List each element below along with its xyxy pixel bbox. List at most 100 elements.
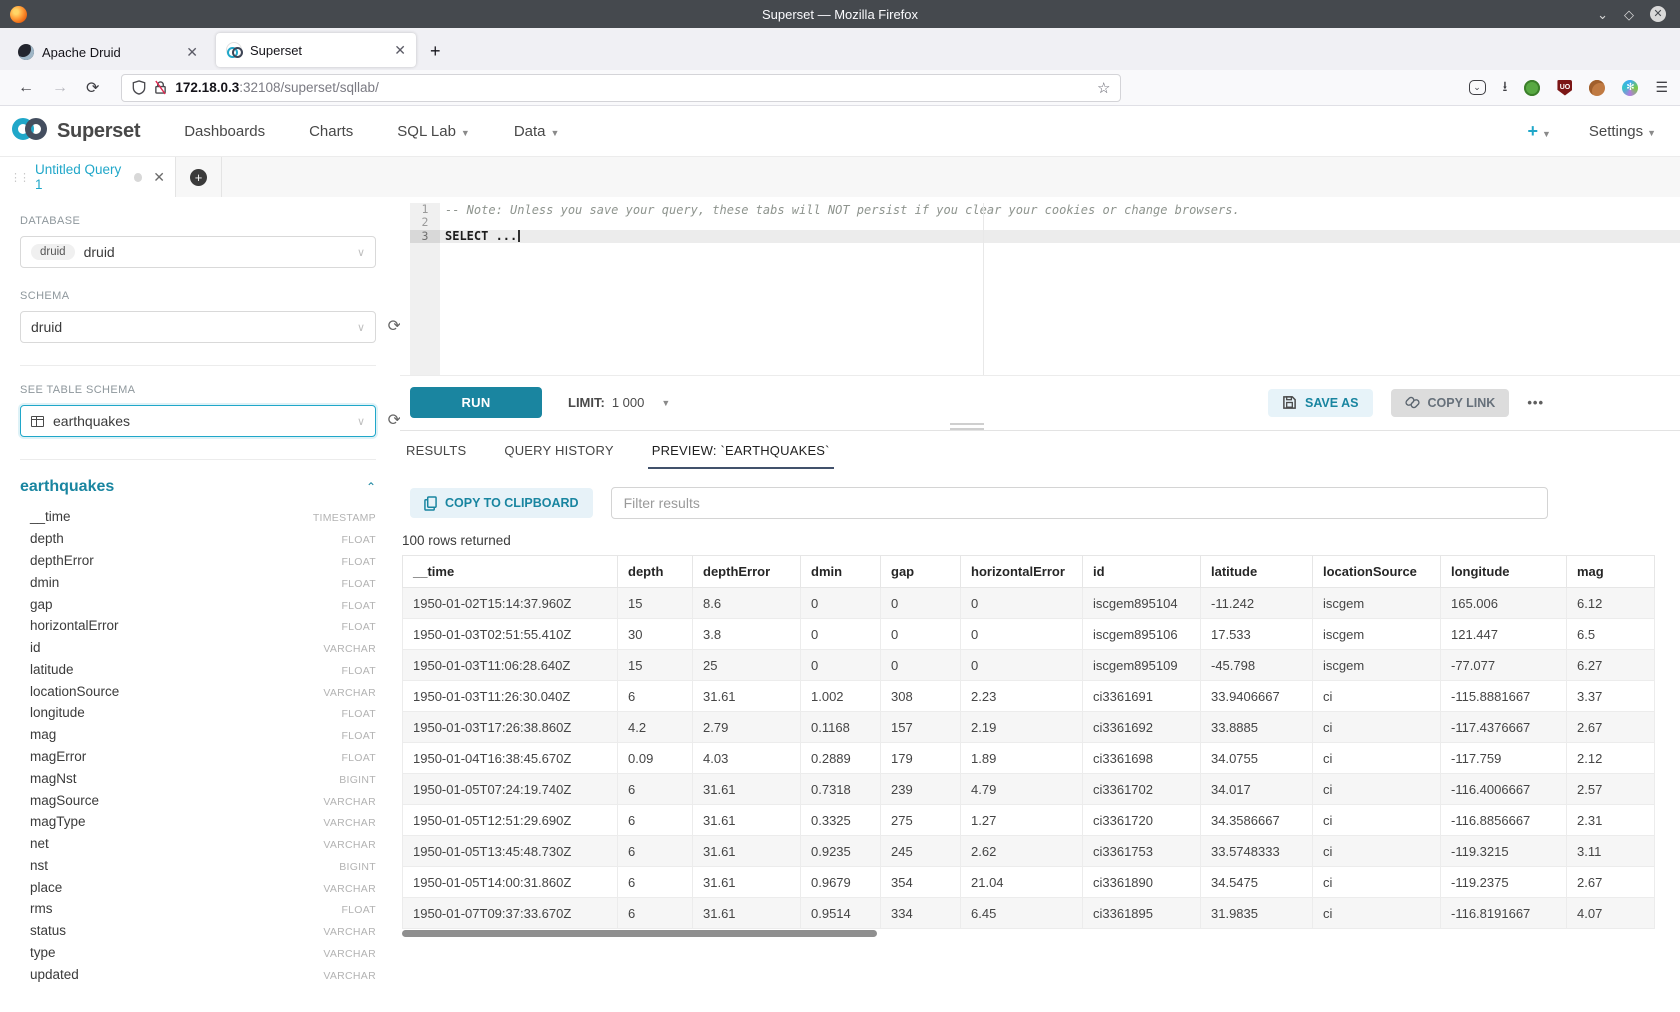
nav-item-sqllab[interactable]: SQL Lab▼ <box>397 123 470 140</box>
results-header-cell[interactable]: __time <box>403 556 618 588</box>
table-row[interactable]: 1950-01-03T02:51:55.410Z303.8000iscgem89… <box>403 619 1655 650</box>
results-header-cell[interactable]: horizontalError <box>961 556 1083 588</box>
table-select[interactable]: earthquakes ∨ ⟳ <box>20 405 376 437</box>
tab-results[interactable]: RESULTS <box>402 437 470 469</box>
results-cell: ci <box>1313 898 1441 929</box>
results-cell: 4.2 <box>618 712 693 743</box>
shield-icon[interactable] <box>132 80 146 95</box>
results-cell: 239 <box>881 774 961 805</box>
results-header-cell[interactable]: id <box>1083 556 1201 588</box>
column-type: VARCHAR <box>323 687 376 699</box>
schema-column-row: rmsFLOAT <box>20 898 376 920</box>
add-new-button[interactable]: +▼ <box>1527 121 1550 142</box>
drag-grip-icon[interactable]: ⋮⋮ <box>10 171 28 184</box>
results-body: 1950-01-02T15:14:37.960Z158.6000iscgem89… <box>403 588 1655 929</box>
horizontal-scrollbar[interactable] <box>402 930 877 937</box>
database-select[interactable]: druid druid ∨ <box>20 236 376 268</box>
results-header-row: __timedepthdepthErrordmingaphorizontalEr… <box>403 556 1655 588</box>
results-header-cell[interactable]: mag <box>1567 556 1655 588</box>
forward-icon[interactable]: → <box>52 79 68 97</box>
refresh-schema-icon[interactable]: ⟳ <box>388 319 401 335</box>
browser-tab-druid[interactable]: Apache Druid ✕ <box>8 34 208 70</box>
results-header-cell[interactable]: depthError <box>693 556 801 588</box>
results-cell: -116.8191667 <box>1441 898 1567 929</box>
results-cell: -117.759 <box>1441 743 1567 774</box>
results-header-cell[interactable]: dmin <box>801 556 881 588</box>
cookie-extension-icon[interactable] <box>1589 80 1605 96</box>
close-icon[interactable]: ✕ <box>1650 6 1666 22</box>
collapse-table-icon[interactable]: ⌃ <box>366 480 376 494</box>
pane-resize-handle[interactable] <box>950 423 984 433</box>
save-as-button[interactable]: SAVE AS <box>1268 389 1373 417</box>
table-row[interactable]: 1950-01-07T09:37:33.670Z631.610.95143346… <box>403 898 1655 929</box>
superset-logo[interactable]: Superset <box>12 118 140 145</box>
add-query-tab[interactable]: + <box>176 157 222 197</box>
new-tab-button[interactable]: + <box>430 41 441 62</box>
results-header-cell[interactable]: gap <box>881 556 961 588</box>
schema-columns: __timeTIMESTAMPdepthFLOATdepthErrorFLOAT… <box>20 506 376 985</box>
downloads-icon[interactable]: ⭳︎ <box>1503 76 1508 100</box>
tab-query-history[interactable]: QUERY HISTORY <box>500 437 617 469</box>
chevron-down-icon: ▼ <box>551 128 560 138</box>
back-icon[interactable]: ← <box>18 79 34 97</box>
reload-icon[interactable]: ⟳ <box>86 78 99 98</box>
table-row[interactable]: 1950-01-03T11:06:28.640Z1525000iscgem895… <box>403 650 1655 681</box>
filter-results-input[interactable] <box>611 487 1548 519</box>
results-cell: 0 <box>881 588 961 619</box>
ublock-icon[interactable]: UO <box>1557 80 1572 96</box>
results-cell: 0 <box>961 619 1083 650</box>
sql-editor[interactable]: 1 2 3 -- Note: Unless you save your quer… <box>410 203 1680 375</box>
query-tab-close-icon[interactable]: ✕ <box>153 169 165 186</box>
copy-to-clipboard-button[interactable]: COPY TO CLIPBOARD <box>410 488 593 518</box>
tab-close-icon[interactable]: ✕ <box>394 42 406 59</box>
run-button[interactable]: RUN <box>410 387 542 418</box>
table-row[interactable]: 1950-01-05T13:45:48.730Z631.610.92352452… <box>403 836 1655 867</box>
copy-link-button[interactable]: COPY LINK <box>1391 389 1510 417</box>
column-type: FLOAT <box>341 534 376 546</box>
tab-preview-earthquakes[interactable]: PREVIEW: `EARTHQUAKES` <box>648 437 834 469</box>
url-bar[interactable]: 172.18.0.3:32108/superset/sqllab/ ☆ <box>121 74 1121 102</box>
results-header-cell[interactable]: latitude <box>1201 556 1313 588</box>
limit-dropdown[interactable]: LIMIT: 1 000 ▼ <box>568 395 670 410</box>
bookmark-star-icon[interactable]: ☆ <box>1097 79 1110 97</box>
table-row[interactable]: 1950-01-03T11:26:30.040Z631.611.0023082.… <box>403 681 1655 712</box>
browser-tab-superset[interactable]: Superset ✕ <box>216 33 416 67</box>
table-row[interactable]: 1950-01-04T16:38:45.670Z0.094.030.288917… <box>403 743 1655 774</box>
minimize-icon[interactable]: ⌄ <box>1597 8 1608 21</box>
query-tab[interactable]: ⋮⋮ Untitled Query 1 ✕ <box>0 157 176 197</box>
menu-hamburger-icon[interactable]: ☰ <box>1655 79 1668 96</box>
more-options-button[interactable]: ••• <box>1527 395 1544 410</box>
url-text: 172.18.0.3:32108/superset/sqllab/ <box>175 80 378 95</box>
schema-select[interactable]: druid ∨ ⟳ <box>20 311 376 343</box>
column-type: VARCHAR <box>323 948 376 960</box>
results-cell: -77.077 <box>1441 650 1567 681</box>
table-row[interactable]: 1950-01-05T07:24:19.740Z631.610.73182394… <box>403 774 1655 805</box>
schema-label: SCHEMA <box>20 290 376 302</box>
results-header-cell[interactable]: locationSource <box>1313 556 1441 588</box>
column-type: BIGINT <box>339 861 376 873</box>
settings-menu[interactable]: Settings▼ <box>1589 123 1656 140</box>
table-row[interactable]: 1950-01-05T14:00:31.860Z631.610.96793542… <box>403 867 1655 898</box>
column-name: type <box>30 945 56 960</box>
pocket-icon[interactable]: ⌄ <box>1469 80 1486 95</box>
extension-green-icon[interactable] <box>1524 80 1540 96</box>
nav-item-dashboards[interactable]: Dashboards <box>184 123 265 140</box>
maximize-icon[interactable]: ◇ <box>1624 8 1634 21</box>
refresh-tables-icon[interactable]: ⟳ <box>388 413 401 429</box>
nav-item-charts[interactable]: Charts <box>309 123 353 140</box>
nav-item-data[interactable]: Data▼ <box>514 123 560 140</box>
lock-insecure-icon[interactable] <box>154 80 167 95</box>
results-header-cell[interactable]: depth <box>618 556 693 588</box>
schema-column-row: netVARCHAR <box>20 833 376 855</box>
table-row[interactable]: 1950-01-03T17:26:38.860Z4.22.790.1168157… <box>403 712 1655 743</box>
column-name: magType <box>30 814 86 829</box>
results-header-cell[interactable]: longitude <box>1441 556 1567 588</box>
results-cell: 308 <box>881 681 961 712</box>
schema-column-row: type VARCHAR <box>20 942 376 964</box>
container-extension-icon[interactable]: ✻ <box>1622 80 1638 96</box>
tab-close-icon[interactable]: ✕ <box>186 44 198 61</box>
results-cell: 2.23 <box>961 681 1083 712</box>
table-row[interactable]: 1950-01-05T12:51:29.690Z631.610.33252751… <box>403 805 1655 836</box>
editor-gutter: 1 2 3 <box>410 203 440 375</box>
table-row[interactable]: 1950-01-02T15:14:37.960Z158.6000iscgem89… <box>403 588 1655 619</box>
